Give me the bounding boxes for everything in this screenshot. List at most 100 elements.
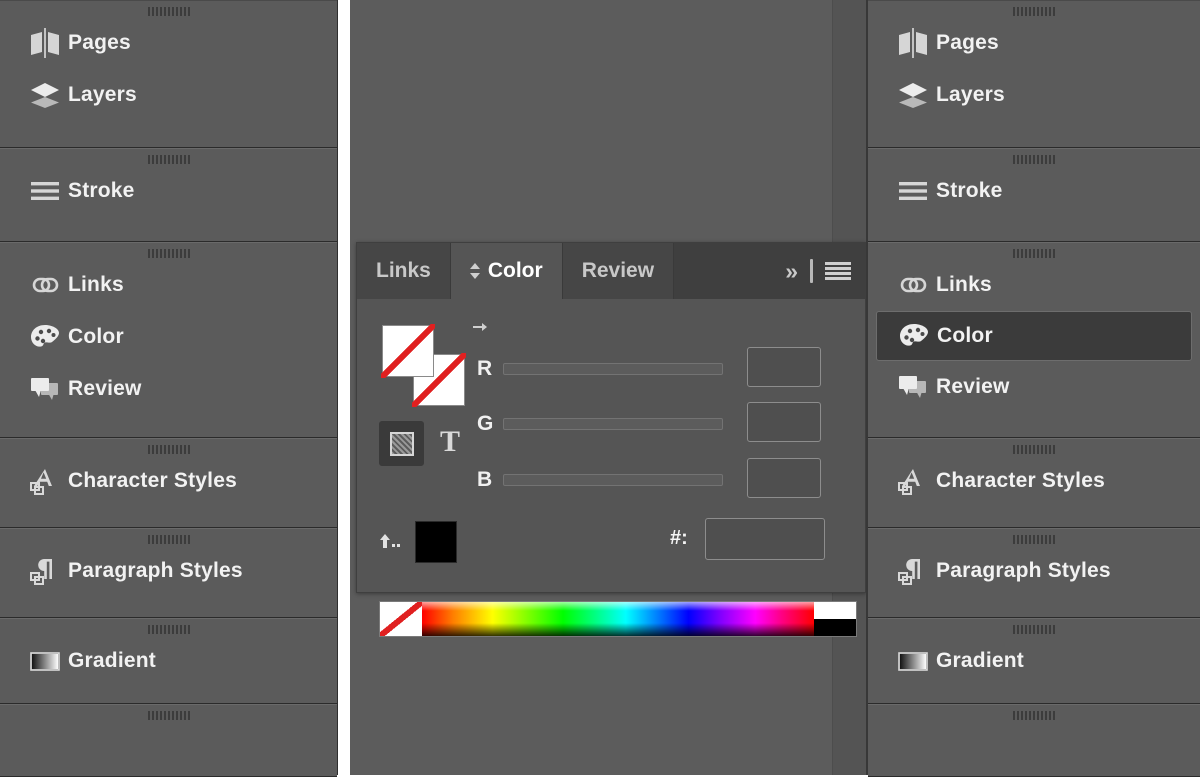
slider-track-b[interactable] xyxy=(503,474,723,486)
spectrum-white-swatch[interactable] xyxy=(814,602,856,619)
stroke-icon xyxy=(896,174,936,208)
panel-drag-gripper[interactable] xyxy=(868,710,1200,720)
dock-item-label: Color xyxy=(937,324,993,348)
dock-item-paragraph-styles[interactable]: Paragraph Styles xyxy=(8,545,329,597)
character-styles-icon xyxy=(28,464,68,498)
panel-drag-gripper[interactable] xyxy=(0,710,337,720)
layers-icon xyxy=(896,78,936,112)
pages-icon xyxy=(28,26,68,60)
hex-input[interactable] xyxy=(705,518,825,560)
character-styles-icon xyxy=(896,464,936,498)
dock-section-items: Pages Layers xyxy=(0,1,337,121)
dock-item-label: Paragraph Styles xyxy=(936,559,1111,583)
dock-item-links[interactable]: Links xyxy=(876,259,1192,311)
color-palette-icon xyxy=(897,319,937,353)
spectrum-black-swatch[interactable] xyxy=(814,619,856,636)
fill-swatch[interactable] xyxy=(382,325,434,377)
panel-drag-gripper[interactable] xyxy=(0,248,337,258)
slider-track-g[interactable] xyxy=(503,418,723,430)
swap-fill-stroke-icon[interactable] xyxy=(470,321,488,339)
dock-item-pages[interactable]: Pages xyxy=(876,17,1192,69)
tab-review[interactable]: Review xyxy=(563,243,674,299)
dock-item-pages[interactable]: Pages xyxy=(8,17,329,69)
dock-item-stroke[interactable]: Stroke xyxy=(876,165,1192,217)
color-panel-tab-bar: Links Color Review » xyxy=(357,243,865,299)
pages-icon xyxy=(896,26,936,60)
color-spectrum-bar[interactable] xyxy=(379,601,857,637)
panel-drag-gripper[interactable] xyxy=(868,248,1200,258)
dock-section xyxy=(868,704,1200,777)
panel-drag-gripper[interactable] xyxy=(868,534,1200,544)
tab-bar-spacer xyxy=(674,243,785,299)
panel-drag-gripper[interactable] xyxy=(0,444,337,454)
dock-item-links[interactable]: Links xyxy=(8,259,329,311)
dock-item-layers[interactable]: Layers xyxy=(8,69,329,121)
panel-tab-tools: » xyxy=(785,243,865,299)
tab-review-label: Review xyxy=(582,259,654,283)
dock-item-character-styles[interactable]: Character Styles xyxy=(8,455,329,507)
slider-value-r[interactable] xyxy=(747,347,821,387)
last-color-swatch[interactable] xyxy=(415,521,457,563)
panel-drag-gripper[interactable] xyxy=(868,154,1200,164)
dock-item-label: Character Styles xyxy=(936,469,1105,493)
dock-section: Paragraph Styles xyxy=(868,528,1200,618)
panel-drag-gripper[interactable] xyxy=(868,6,1200,16)
dock-item-review[interactable]: Review xyxy=(876,361,1192,413)
panel-drag-gripper[interactable] xyxy=(0,6,337,16)
panel-drag-gripper[interactable] xyxy=(0,624,337,634)
gradient-icon xyxy=(28,644,68,678)
tab-links[interactable]: Links xyxy=(357,243,451,299)
formatting-affects-container-icon[interactable] xyxy=(379,421,424,466)
tools-divider xyxy=(810,259,813,283)
panel-drag-gripper[interactable] xyxy=(0,154,337,164)
dock-item-color[interactable]: Color xyxy=(8,311,329,363)
spectrum-ramp[interactable] xyxy=(422,602,814,636)
links-icon xyxy=(896,268,936,302)
dock-item-label: Layers xyxy=(936,83,1005,107)
dock-item-gradient[interactable]: Gradient xyxy=(8,635,329,687)
dock-item-gradient[interactable]: Gradient xyxy=(876,635,1192,687)
last-color-icon[interactable] xyxy=(379,531,405,553)
slider-track-r[interactable] xyxy=(503,363,723,375)
dock-item-label: Color xyxy=(68,325,124,349)
dock-section-items: Links Color Review xyxy=(0,243,337,415)
left-panel-dock: Pages Layers Stroke Links Color Review Charact… xyxy=(0,0,338,775)
review-comment-icon xyxy=(896,370,936,404)
panel-drag-gripper[interactable] xyxy=(0,534,337,544)
dock-section: Stroke xyxy=(868,148,1200,242)
dock-item-label: Layers xyxy=(68,83,137,107)
paragraph-styles-icon xyxy=(896,554,936,588)
dock-section xyxy=(0,704,337,777)
slider-value-b[interactable] xyxy=(747,458,821,498)
container-swatch-preview xyxy=(390,432,414,456)
links-icon xyxy=(28,268,68,302)
dock-item-layers[interactable]: Layers xyxy=(876,69,1192,121)
dock-item-paragraph-styles[interactable]: Paragraph Styles xyxy=(876,545,1192,597)
dock-item-review[interactable]: Review xyxy=(8,363,329,415)
dock-section: Pages Layers xyxy=(0,0,337,148)
dock-item-stroke[interactable]: Stroke xyxy=(8,165,329,217)
slider-value-g[interactable] xyxy=(747,402,821,442)
spectrum-white-black-swatches[interactable] xyxy=(814,602,856,636)
slider-label-b: B xyxy=(477,468,503,492)
spectrum-none-swatch[interactable] xyxy=(380,602,422,636)
panel-drag-gripper[interactable] xyxy=(868,624,1200,634)
dock-item-label: Review xyxy=(68,377,142,401)
application-window: PagesLayersStrokeLinksColorReviewCharact… xyxy=(0,0,1200,775)
dock-section: Character Styles xyxy=(0,438,337,528)
workspace-canvas-area: Links Color Review » xyxy=(350,0,866,775)
slider-row-b: B xyxy=(477,468,723,492)
panel-drag-gripper[interactable] xyxy=(868,444,1200,454)
formatting-affects-text-icon[interactable]: T xyxy=(433,423,467,461)
dock-item-character-styles[interactable]: Character Styles xyxy=(876,455,1192,507)
panel-menu-icon[interactable] xyxy=(825,262,851,281)
dock-item-label: Stroke xyxy=(936,179,1003,203)
dock-section: Pages Layers xyxy=(868,0,1200,148)
tab-color[interactable]: Color xyxy=(451,243,563,299)
slider-label-g: G xyxy=(477,412,503,436)
double-chevron-right-icon[interactable]: » xyxy=(785,260,798,283)
dock-item-color[interactable]: Color xyxy=(876,311,1192,361)
slider-row-r: R xyxy=(477,357,723,381)
dock-item-label: Links xyxy=(68,273,124,297)
slider-row-g: G xyxy=(477,412,723,436)
